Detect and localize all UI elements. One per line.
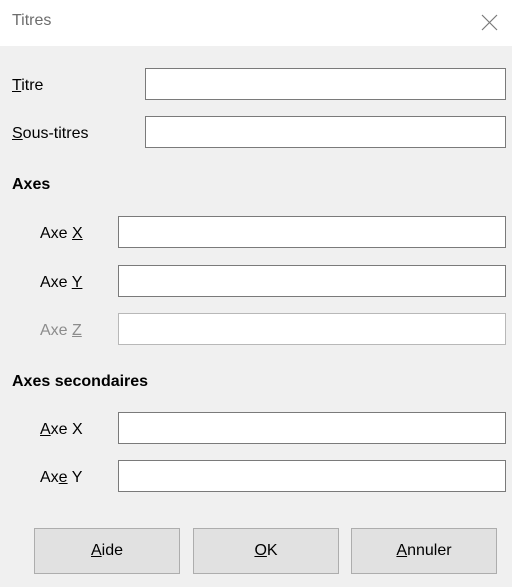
secondary-y-axis-input[interactable] — [118, 460, 506, 492]
ok-button[interactable]: OK — [193, 528, 339, 574]
axes-heading: Axes — [12, 176, 51, 193]
x-axis-label: Axe X — [40, 225, 83, 242]
z-axis-input — [118, 313, 506, 345]
subtitle-label: Sous-titres — [12, 125, 89, 142]
titles-dialog: Titres Titre Sous-titres Axes Axe X Axe … — [0, 0, 512, 587]
title-bar: Titres — [0, 0, 512, 46]
secondary-axes-heading: Axes secondaires — [12, 373, 149, 390]
x-axis-input[interactable] — [118, 216, 506, 248]
help-button[interactable]: Aide — [34, 528, 180, 574]
close-button[interactable] — [466, 0, 512, 46]
secondary-y-axis-label: Axe Y — [40, 469, 83, 486]
title-label: Titre — [12, 77, 44, 94]
secondary-x-axis-input[interactable] — [118, 412, 506, 444]
title-input[interactable] — [145, 68, 506, 100]
subtitle-input[interactable] — [145, 116, 506, 148]
close-icon — [481, 14, 498, 31]
y-axis-input[interactable] — [118, 265, 506, 297]
secondary-x-axis-label: Axe X — [40, 421, 83, 438]
window-title: Titres — [12, 12, 52, 29]
z-axis-label: Axe Z — [40, 322, 82, 339]
y-axis-label: Axe Y — [40, 274, 83, 291]
cancel-button[interactable]: Annuler — [351, 528, 497, 574]
